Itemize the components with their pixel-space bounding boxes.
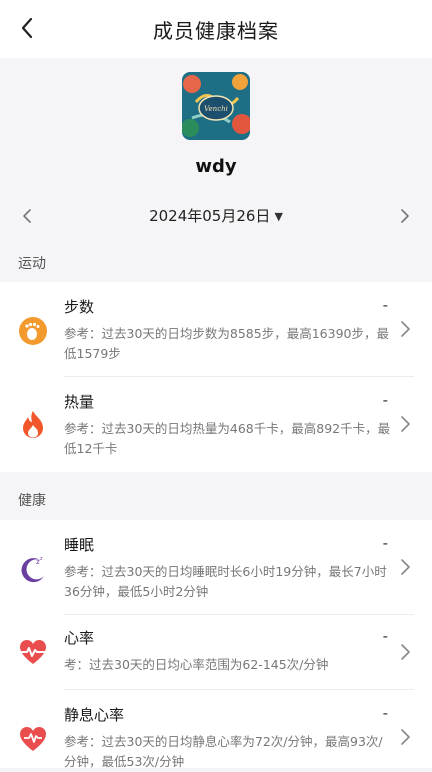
svg-text:z: z [40,556,43,562]
section-label-sport: 运动 [18,256,46,272]
item-description: 考：过去30天的日均心率范围为62-145次/分钟 [64,657,329,672]
section-label-health: 健康 [18,493,46,509]
item-description: 参考：过去30天的日均静息心率为72次/分钟，最高93次/分钟，最低53次/分钟 [64,734,383,769]
footprint-icon [18,316,48,346]
back-button[interactable] [14,14,42,42]
moon-icon: z z [18,554,48,584]
chevron-right-icon [398,557,412,577]
svg-text:Venchi: Venchi [204,105,228,113]
item-description: 参考：过去30天的日均热量为468千卡，最高892千卡，最低12千卡 [64,421,391,456]
date-label: 2024年05月26日 [149,207,271,225]
sport-card: 步数 - 参考：过去30天的日均步数为8585步，最高16390步，最低1579… [0,282,432,472]
list-item-sleep[interactable]: z z 睡眠 - 参考：过去30天的日均睡眠时长6小时19分钟，最长7小时36分… [0,520,432,614]
chevron-right-icon [398,727,412,747]
avatar[interactable]: Venchi [182,72,250,140]
date-dropdown[interactable]: 2024年05月26日 ▼ [0,205,432,226]
item-description: 参考：过去30天的日均睡眠时长6小时19分钟，最长7小时36分钟，最低5小时2分… [64,564,387,599]
chevron-right-icon [398,414,412,434]
chevron-left-icon [21,17,33,39]
item-value: - [382,704,388,722]
top-bar: 成员健康档案 [0,0,432,58]
list-item-resting-heart-rate[interactable]: 静息心率 - 参考：过去30天的日均静息心率为72次/分钟，最高93次/分钟，最… [0,690,432,769]
item-value: - [382,534,388,552]
item-title: 步数 [64,298,95,316]
item-title: 睡眠 [64,536,95,554]
next-date-button[interactable] [394,206,414,226]
item-title: 热量 [64,393,95,411]
item-title: 心率 [64,629,95,647]
item-title: 静息心率 [64,706,125,724]
caret-down-icon: ▼ [274,210,283,223]
list-item-steps[interactable]: 步数 - 参考：过去30天的日均步数为8585步，最高16390步，最低1579… [0,282,432,376]
chevron-right-icon [401,209,409,223]
list-item-calories[interactable]: 热量 - 参考：过去30天的日均热量为468千卡，最高892千卡，最低12千卡 [0,377,432,472]
page-title: 成员健康档案 [153,18,279,43]
chevron-right-icon [398,642,412,662]
heart-icon [18,724,48,754]
username: wdy [195,156,237,177]
item-value: - [382,627,388,645]
list-item-heart-rate[interactable]: 心率 - 考：过去30天的日均心率范围为62-145次/分钟 [0,615,432,689]
item-value: - [382,296,388,314]
flame-icon [18,409,48,439]
item-value: - [382,391,388,409]
item-description: 参考：过去30天的日均步数为8585步，最高16390步，最低1579步 [64,326,389,361]
avatar-image: Venchi [182,72,250,140]
health-card: z z 睡眠 - 参考：过去30天的日均睡眠时长6小时19分钟，最长7小时36分… [0,520,432,769]
chevron-right-icon [398,319,412,339]
heart-pulse-icon [18,637,48,667]
date-selector: 2024年05月26日 ▼ [0,200,432,232]
